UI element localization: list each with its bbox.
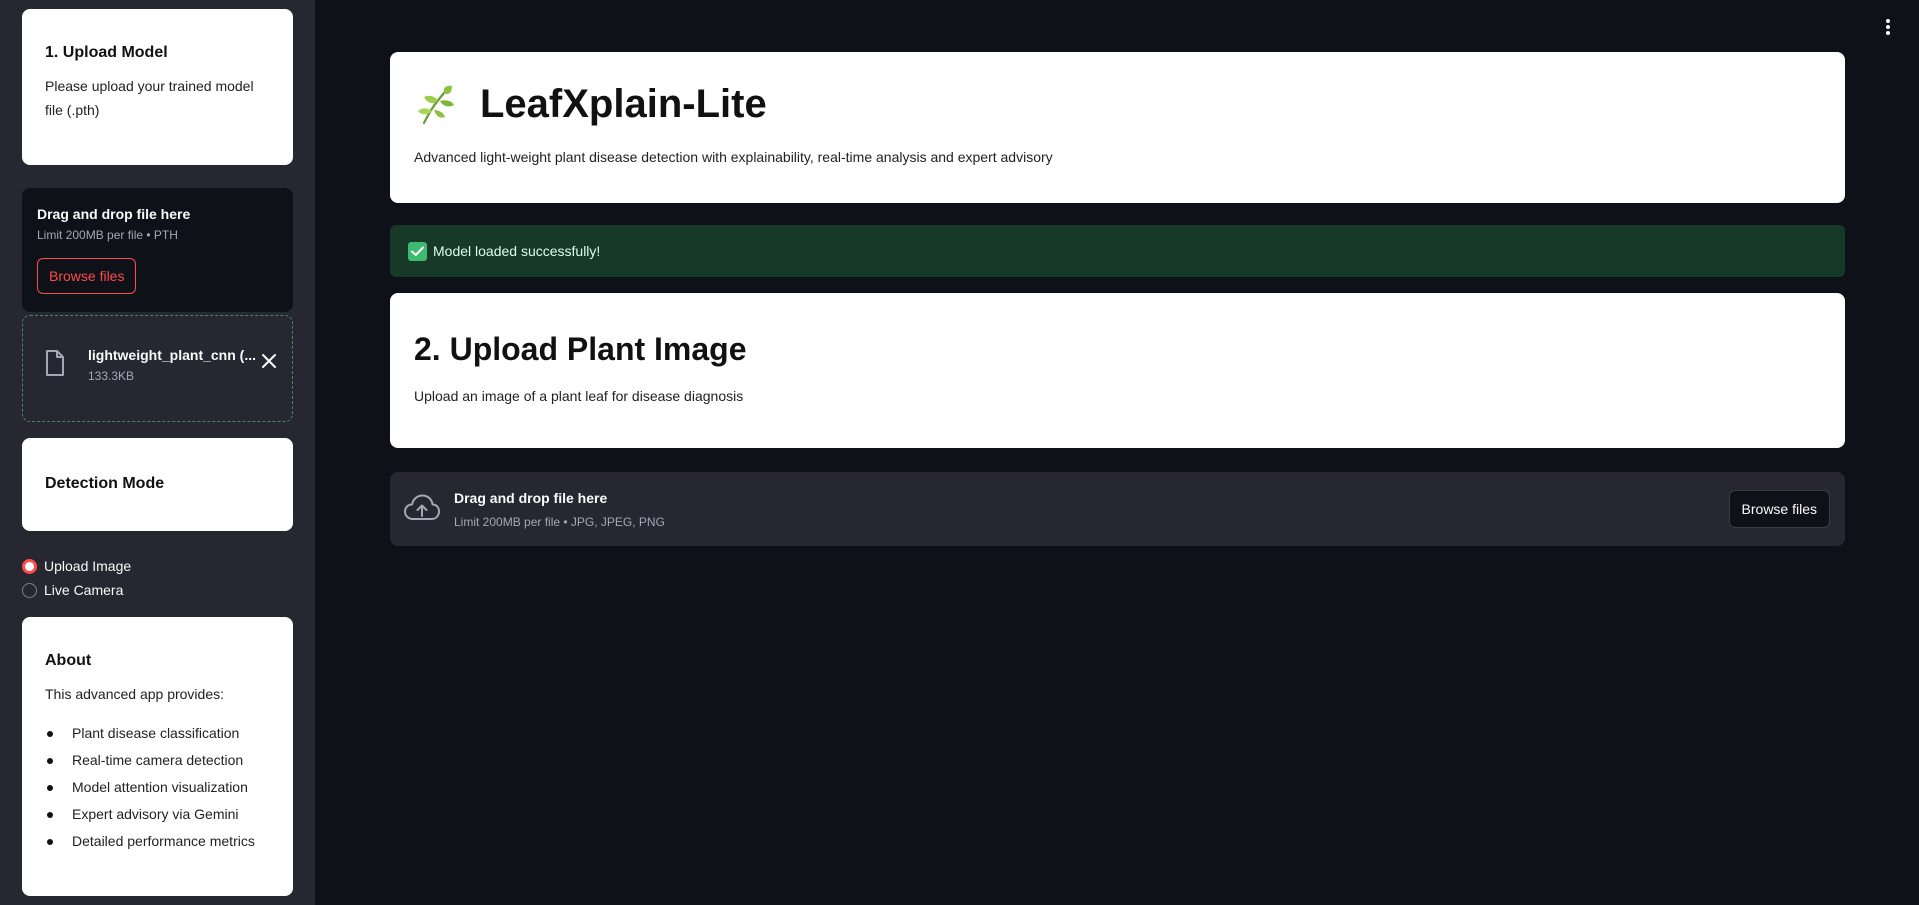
model-browse-button[interactable]: Browse files [37,258,137,294]
model-dropzone[interactable]: Drag and drop file here Limit 200MB per … [22,188,293,312]
upload-model-title: 1. Upload Model [45,44,168,61]
uploaded-file-item: lightweight_plant_cnn (... 133.3KB [22,315,293,422]
radio-unselected-icon[interactable] [22,582,37,598]
app-title: LeafXplain-Lite [480,82,767,126]
section2-text: Upload an image of a plant leaf for dise… [414,388,744,404]
about-list: Plant disease classification Real-time c… [45,720,270,855]
about-card: About This advanced app provides: Plant … [22,617,293,896]
header-card: LeafXplain-Lite Advanced light-weight pl… [390,52,1845,203]
success-alert: Model loaded successfully! [390,225,1845,277]
upload-image-card: 2. Upload Plant Image Upload an image of… [390,293,1845,448]
detection-mode-card: Detection Mode [22,438,293,531]
radio-live-camera[interactable]: Live Camera [22,582,123,598]
model-dropzone-title: Drag and drop file here [37,206,191,222]
image-dropzone-title: Drag and drop file here [454,490,608,506]
check-icon [408,241,427,261]
about-intro: This advanced app provides: [45,686,224,702]
close-icon[interactable] [262,354,276,368]
radio-label-live-camera: Live Camera [44,582,124,598]
radio-upload-image[interactable]: Upload Image [22,558,131,574]
radio-selected-icon[interactable] [22,558,37,574]
seedling-icon [418,85,454,124]
image-dropzone-subtitle: Limit 200MB per file • JPG, JPEG, PNG [454,515,665,529]
app-description: Advanced light-weight plant disease dete… [414,149,1053,165]
success-message: Model loaded successfully! [433,243,601,259]
kebab-menu-icon[interactable] [1886,19,1890,35]
radio-label-upload-image: Upload Image [44,558,132,574]
cloud-upload-icon [404,494,440,520]
image-dropzone[interactable]: Drag and drop file here Limit 200MB per … [390,472,1845,546]
about-item: Expert advisory via Gemini [45,801,270,828]
about-title: About [45,652,92,669]
uploaded-file-name: lightweight_plant_cnn (... [88,347,256,363]
file-icon [46,350,64,376]
detection-mode-title: Detection Mode [45,475,165,492]
upload-model-card: 1. Upload Model Please upload your train… [22,9,293,165]
about-item: Plant disease classification [45,720,270,747]
sidebar: 1. Upload Model Please upload your train… [0,0,315,905]
about-item: Detailed performance metrics [45,828,270,855]
image-browse-button[interactable]: Browse files [1728,490,1830,528]
section2-title: 2. Upload Plant Image [414,331,747,367]
uploaded-file-size: 133.3KB [88,369,135,383]
about-item: Model attention visualization [45,774,270,801]
model-dropzone-subtitle: Limit 200MB per file • PTH [37,228,178,242]
about-item: Real-time camera detection [45,747,270,774]
upload-model-text: Please upload your trained model file (.… [45,78,254,118]
